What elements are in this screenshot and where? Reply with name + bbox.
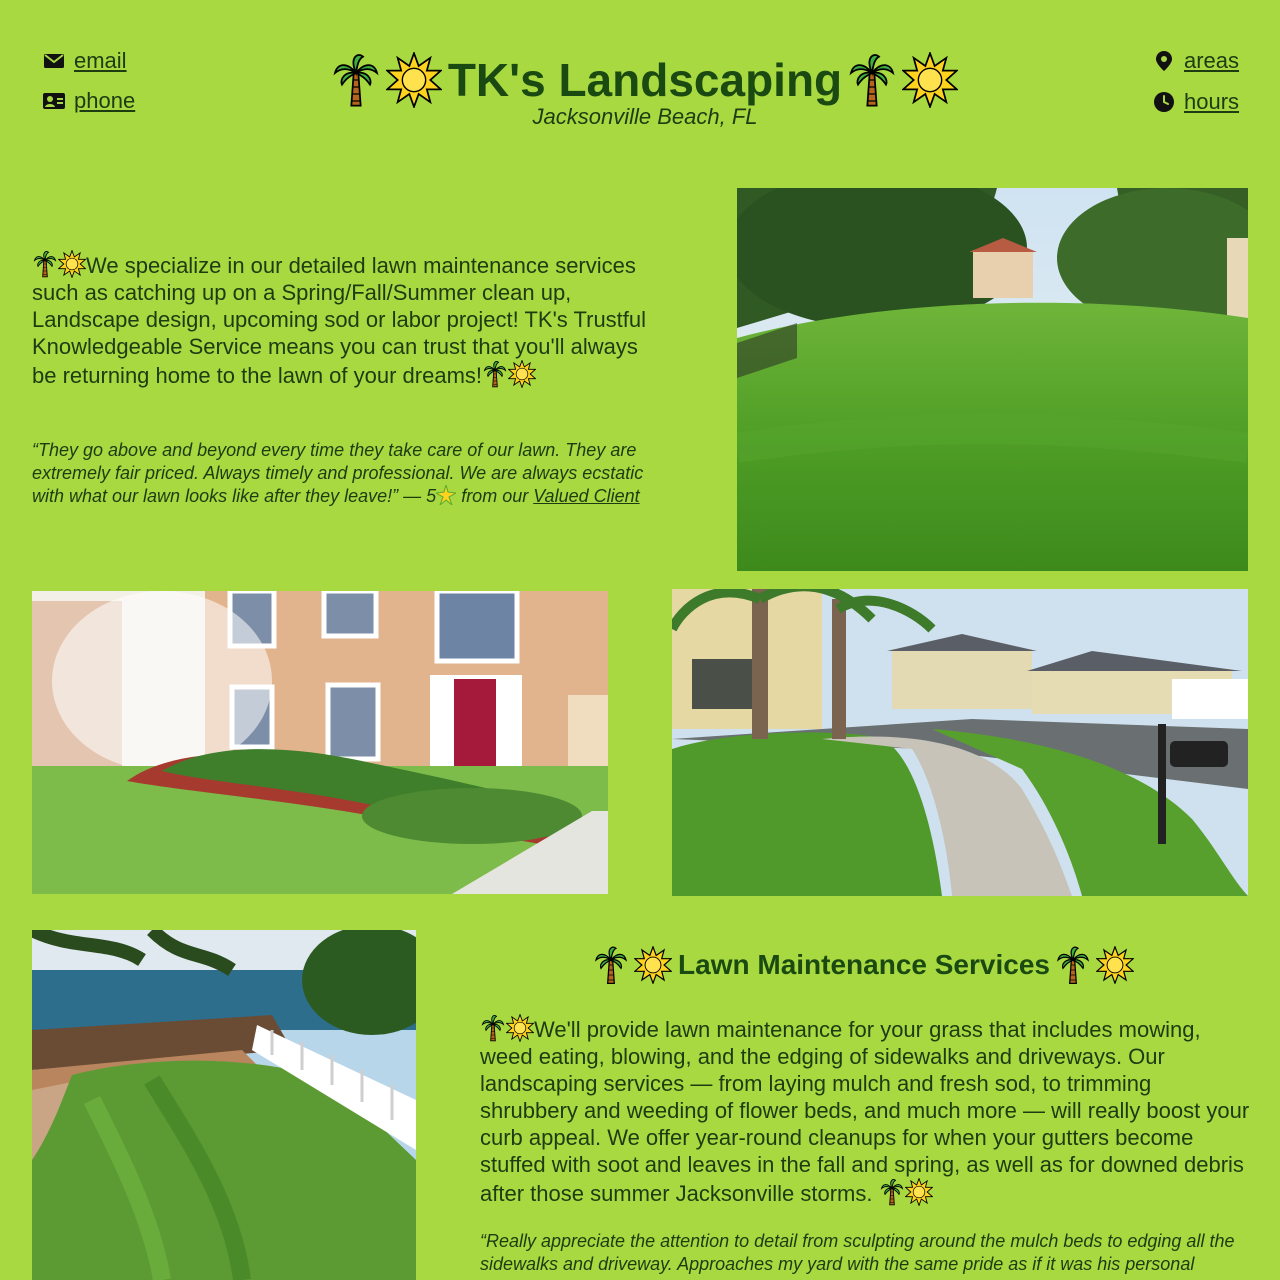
palm-tree-icon	[1056, 945, 1090, 985]
hours-link-label[interactable]: hours	[1184, 89, 1239, 115]
palm-tree-icon	[32, 250, 58, 278]
sparkle-star-icon	[434, 483, 458, 507]
services-paragraph: We'll provide lawn maintenance for your …	[480, 1014, 1255, 1207]
palm-tree-icon	[480, 1014, 506, 1042]
sun-icon	[58, 250, 86, 278]
hours-link[interactable]: hours	[1152, 89, 1239, 115]
house-front-photo	[32, 591, 608, 894]
palm-tree-icon	[594, 945, 628, 985]
testimonial-suffix: from our	[456, 486, 534, 506]
waterfront-lawn-photo	[32, 930, 416, 1280]
palm-tree-icon	[332, 52, 380, 108]
areas-link[interactable]: areas	[1152, 48, 1239, 74]
site-title-text: TK's Landscaping	[447, 54, 843, 106]
services-heading-text: Lawn Maintenance Services	[678, 949, 1050, 980]
clock-icon	[1152, 90, 1176, 114]
intro-paragraph: We specialize in our detailed lawn maint…	[32, 250, 664, 389]
sidewalk-photo	[672, 589, 1248, 896]
sun-icon	[386, 52, 442, 108]
sun-icon	[1096, 946, 1134, 984]
contact-card-icon	[42, 89, 66, 113]
sun-icon	[508, 360, 536, 388]
site-title: TK's Landscaping	[320, 52, 970, 108]
palm-tree-icon	[482, 360, 508, 388]
site-header: TK's Landscaping Jacksonville Beach, FL	[320, 52, 970, 130]
areas-link-label[interactable]: areas	[1184, 48, 1239, 74]
palm-tree-icon	[848, 52, 896, 108]
lawn-photo	[737, 188, 1248, 571]
email-link[interactable]: email	[42, 48, 127, 74]
intro-text: We specialize in our detailed lawn maint…	[32, 253, 647, 388]
services-testimonial: “Really appreciate the attention to deta…	[480, 1231, 1235, 1274]
valued-client-link[interactable]: Valued Client	[533, 486, 639, 506]
testimonial-quote: “They go above and beyond every time the…	[32, 439, 672, 508]
map-pin-icon	[1152, 49, 1176, 73]
sun-icon	[902, 52, 958, 108]
email-link-label[interactable]: email	[74, 48, 127, 74]
palm-tree-icon	[879, 1178, 905, 1206]
sun-icon	[506, 1014, 534, 1042]
phone-link-label[interactable]: phone	[74, 88, 135, 114]
sun-icon	[634, 946, 672, 984]
sun-icon	[905, 1178, 933, 1206]
services-text: We'll provide lawn maintenance for your …	[480, 1017, 1250, 1206]
envelope-icon	[42, 49, 66, 73]
services-heading: Lawn Maintenance Services	[480, 945, 1248, 985]
phone-link[interactable]: phone	[42, 88, 135, 114]
